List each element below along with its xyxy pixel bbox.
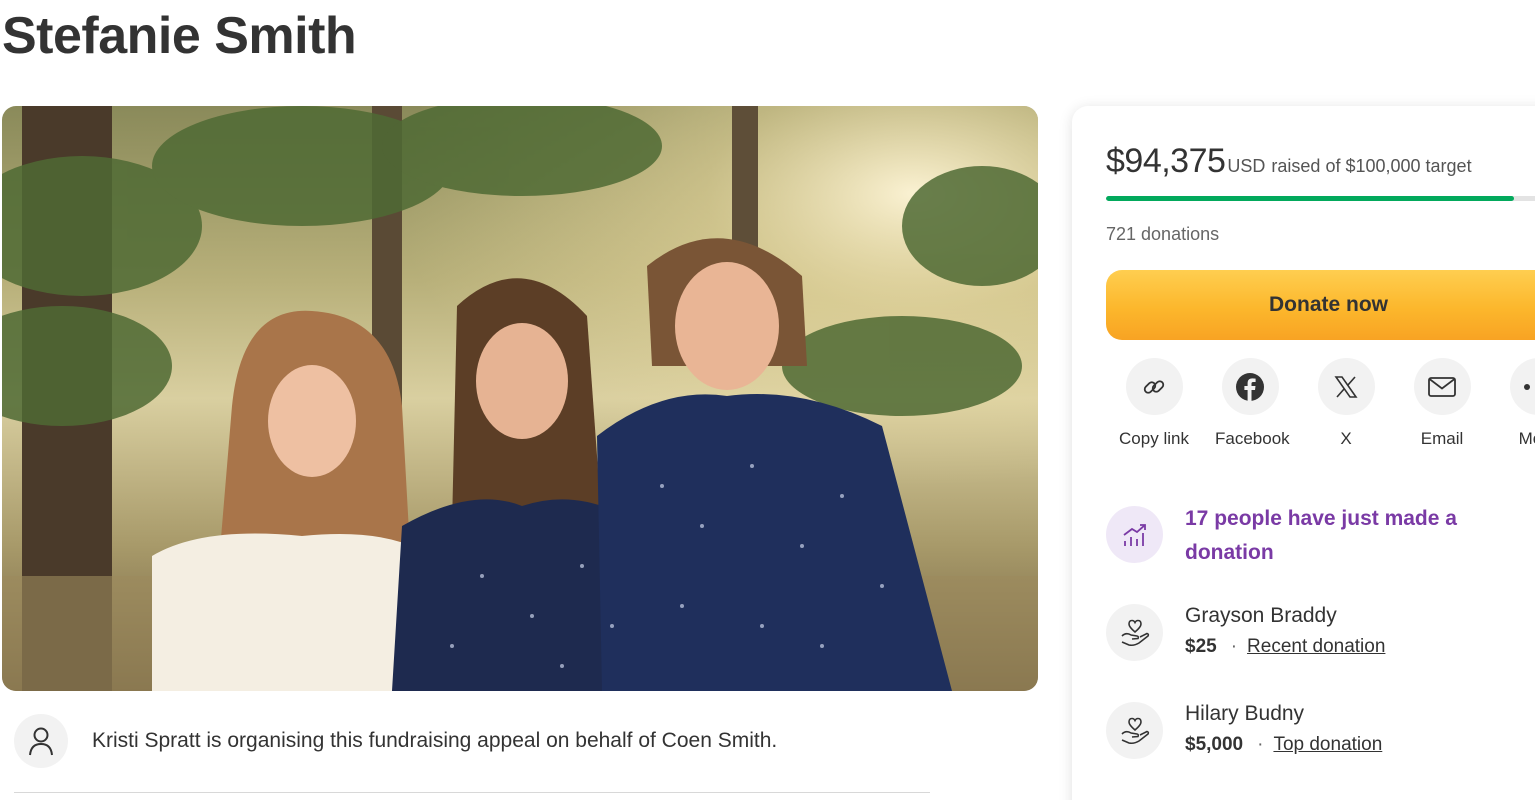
share-circle [1413,358,1471,415]
trending-up-icon [1122,523,1146,546]
hero-photo[interactable] [2,106,1038,691]
raised-amount: $94,375 [1106,142,1226,180]
progress-fill [1106,196,1514,201]
donor-icon-circle [1106,604,1163,661]
amount-raised: $94,375 USD raised of $100,000 target [1106,142,1472,181]
share-email[interactable]: Email [1394,358,1490,450]
raised-currency: USD [1227,156,1266,176]
donor-item: Hilary Budny $5,000 · Top donation [1106,702,1382,759]
mail-icon [1428,376,1456,397]
share-copy-link[interactable]: Copy link [1106,358,1202,450]
hero-photo-illustration [2,106,1038,691]
share-row: Copy link Facebook X Email M [1106,358,1535,450]
top-donation-link[interactable]: Top donation [1273,734,1382,756]
donor-amount: $25 [1185,636,1217,657]
donation-sidebar: $94,375 USD raised of $100,000 target 72… [1072,106,1535,800]
share-circle [1509,358,1535,415]
recent-activity-notice: 17 people have just made a donation [1106,506,1485,570]
share-label: More [1518,429,1535,448]
share-circle [1125,358,1183,415]
share-circle [1317,358,1375,415]
donor-info: Grayson Braddy $25 · Recent donation [1185,604,1385,661]
share-label: Facebook [1215,429,1290,448]
donor-amount: $5,000 [1185,734,1244,755]
heart-hand-icon [1120,717,1149,744]
more-icon [1524,383,1530,390]
share-facebook[interactable]: Facebook [1202,358,1298,450]
donation-count: 721 donations [1106,224,1220,244]
share-more[interactable]: More [1490,358,1535,450]
donor-icon-circle [1106,702,1163,759]
x-logo-icon [1334,375,1358,398]
organiser-text: Kristi Spratt is organising this fundrai… [92,729,778,752]
organiser-avatar [14,714,68,768]
notice-icon-circle [1106,506,1163,563]
donor-name: Hilary Budny [1185,702,1305,725]
section-divider [14,792,930,793]
page-title: Stefanie Smith [2,7,357,65]
donor-meta: $25 · Recent donation [1185,636,1385,658]
share-label: Copy link [1119,429,1189,448]
person-icon [29,727,53,756]
donor-info: Hilary Budny $5,000 · Top donation [1185,702,1382,759]
separator-dot: · [1230,636,1238,657]
donate-now-button[interactable]: Donate now [1106,270,1535,340]
raised-target: raised of $100,000 target [1271,156,1472,176]
separator-dot: · [1257,734,1264,755]
heart-hand-icon [1120,619,1149,646]
share-label: X [1340,429,1352,448]
donor-name: Grayson Braddy [1185,604,1337,627]
recent-donation-link[interactable]: Recent donation [1247,636,1385,658]
progress-bar [1106,196,1535,201]
link-icon [1143,379,1165,394]
share-x[interactable]: X [1298,358,1394,450]
donor-item: Grayson Braddy $25 · Recent donation [1106,604,1385,661]
share-label: Email [1420,429,1464,448]
organiser-row: Kristi Spratt is organising this fundrai… [14,714,777,768]
notice-text: 17 people have just made a donation [1185,507,1457,564]
facebook-icon [1236,372,1264,401]
donor-meta: $5,000 · Top donation [1185,734,1382,756]
share-circle [1221,358,1279,415]
